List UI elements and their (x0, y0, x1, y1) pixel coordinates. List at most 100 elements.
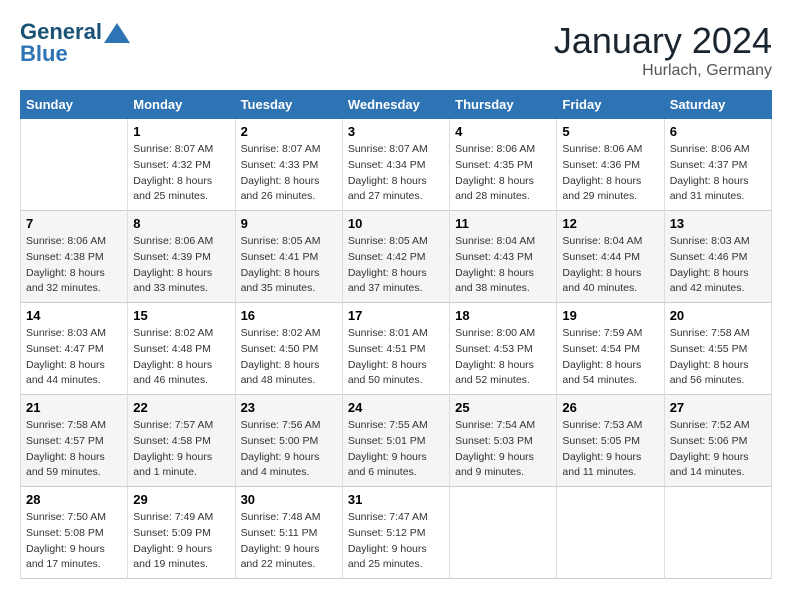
day-detail: Sunrise: 7:47 AM Sunset: 5:12 PM Dayligh… (348, 510, 444, 573)
calendar-cell: 23Sunrise: 7:56 AM Sunset: 5:00 PM Dayli… (235, 395, 342, 487)
calendar-cell: 20 Sunrise: 7:58 AM Sunset: 4:55 PM Dayli… (664, 303, 771, 395)
calendar-cell: 17 Sunrise: 8:01 AM Sunset: 4:51 PM Dayli… (342, 303, 449, 395)
day-number: 12 (562, 216, 658, 231)
day-number: 2 (241, 124, 337, 139)
calendar-cell: 10 Sunrise: 8:05 AM Sunset: 4:42 PM Dayli… (342, 211, 449, 303)
day-detail: Sunrise: 8:00 AM Sunset: 4:53 PM Dayligh… (455, 326, 551, 389)
calendar-cell (450, 487, 557, 579)
calendar-cell: 24 Sunrise: 7:55 AM Sunset: 5:01 PM Dayli… (342, 395, 449, 487)
day-detail: Sunrise: 8:06 AM Sunset: 4:38 PM Dayligh… (26, 234, 122, 297)
column-header-saturday: Saturday (664, 91, 771, 119)
day-number: 13 (670, 216, 766, 231)
day-detail: Sunrise: 8:06 AM Sunset: 4:39 PM Dayligh… (133, 234, 229, 297)
day-number: 29 (133, 492, 229, 507)
calendar-cell: 5Sunrise: 8:06 AM Sunset: 4:36 PM Daylig… (557, 119, 664, 211)
day-detail: Sunrise: 8:06 AM Sunset: 4:37 PM Dayligh… (670, 142, 766, 205)
calendar-cell: 11 Sunrise: 8:04 AM Sunset: 4:43 PM Dayli… (450, 211, 557, 303)
day-detail: Sunrise: 8:06 AM Sunset: 4:35 PM Dayligh… (455, 142, 551, 205)
calendar-cell (557, 487, 664, 579)
day-detail: Sunrise: 8:03 AM Sunset: 4:47 PM Dayligh… (26, 326, 122, 389)
day-number: 17 (348, 308, 444, 323)
month-title: January 2024 (554, 20, 772, 62)
day-detail: Sunrise: 8:05 AM Sunset: 4:42 PM Dayligh… (348, 234, 444, 297)
day-detail: Sunrise: 7:52 AM Sunset: 5:06 PM Dayligh… (670, 418, 766, 481)
day-detail: Sunrise: 8:06 AM Sunset: 4:36 PM Dayligh… (562, 142, 658, 205)
week-row-3: 14 Sunrise: 8:03 AM Sunset: 4:47 PM Dayli… (21, 303, 772, 395)
calendar-cell: 18 Sunrise: 8:00 AM Sunset: 4:53 PM Dayli… (450, 303, 557, 395)
column-headers: SundayMondayTuesdayWednesdayThursdayFrid… (21, 91, 772, 119)
day-number: 3 (348, 124, 444, 139)
day-number: 25 (455, 400, 551, 415)
day-detail: Sunrise: 7:55 AM Sunset: 5:01 PM Dayligh… (348, 418, 444, 481)
calendar-cell: 31 Sunrise: 7:47 AM Sunset: 5:12 PM Dayli… (342, 487, 449, 579)
day-number: 14 (26, 308, 122, 323)
day-detail: Sunrise: 8:07 AM Sunset: 4:33 PM Dayligh… (241, 142, 337, 205)
calendar-cell (21, 119, 128, 211)
day-number: 27 (670, 400, 766, 415)
day-detail: Sunrise: 8:05 AM Sunset: 4:41 PM Dayligh… (241, 234, 337, 297)
calendar-cell: 7Sunrise: 8:06 AM Sunset: 4:38 PM Daylig… (21, 211, 128, 303)
day-detail: Sunrise: 8:07 AM Sunset: 4:32 PM Dayligh… (133, 142, 229, 205)
calendar-cell: 8 Sunrise: 8:06 AM Sunset: 4:39 PM Daylig… (128, 211, 235, 303)
column-header-sunday: Sunday (21, 91, 128, 119)
calendar-cell: 22 Sunrise: 7:57 AM Sunset: 4:58 PM Dayli… (128, 395, 235, 487)
day-number: 8 (133, 216, 229, 231)
calendar-cell: 15 Sunrise: 8:02 AM Sunset: 4:48 PM Dayli… (128, 303, 235, 395)
day-number: 20 (670, 308, 766, 323)
day-detail: Sunrise: 7:54 AM Sunset: 5:03 PM Dayligh… (455, 418, 551, 481)
day-number: 1 (133, 124, 229, 139)
day-number: 30 (241, 492, 337, 507)
column-header-thursday: Thursday (450, 91, 557, 119)
calendar-cell (664, 487, 771, 579)
day-number: 24 (348, 400, 444, 415)
day-number: 6 (670, 124, 766, 139)
day-number: 10 (348, 216, 444, 231)
calendar-cell: 25 Sunrise: 7:54 AM Sunset: 5:03 PM Dayli… (450, 395, 557, 487)
page-header: General Blue January 2024 Hurlach, Germa… (20, 20, 772, 80)
calendar-cell: 9 Sunrise: 8:05 AM Sunset: 4:41 PM Daylig… (235, 211, 342, 303)
day-detail: Sunrise: 7:59 AM Sunset: 4:54 PM Dayligh… (562, 326, 658, 389)
column-header-friday: Friday (557, 91, 664, 119)
day-detail: Sunrise: 7:58 AM Sunset: 4:55 PM Dayligh… (670, 326, 766, 389)
calendar-cell: 27 Sunrise: 7:52 AM Sunset: 5:06 PM Dayli… (664, 395, 771, 487)
day-detail: Sunrise: 8:01 AM Sunset: 4:51 PM Dayligh… (348, 326, 444, 389)
day-number: 15 (133, 308, 229, 323)
calendar-cell: 29 Sunrise: 7:49 AM Sunset: 5:09 PM Dayli… (128, 487, 235, 579)
location: Hurlach, Germany (554, 62, 772, 80)
day-number: 19 (562, 308, 658, 323)
day-number: 22 (133, 400, 229, 415)
calendar-cell: 6 Sunrise: 8:06 AM Sunset: 4:37 PM Daylig… (664, 119, 771, 211)
calendar-cell: 19 Sunrise: 7:59 AM Sunset: 4:54 PM Dayli… (557, 303, 664, 395)
day-detail: Sunrise: 7:49 AM Sunset: 5:09 PM Dayligh… (133, 510, 229, 573)
day-number: 11 (455, 216, 551, 231)
calendar-cell: 3Sunrise: 8:07 AM Sunset: 4:34 PM Daylig… (342, 119, 449, 211)
calendar-cell: 2 Sunrise: 8:07 AM Sunset: 4:33 PM Daylig… (235, 119, 342, 211)
week-row-2: 7Sunrise: 8:06 AM Sunset: 4:38 PM Daylig… (21, 211, 772, 303)
week-row-4: 21Sunrise: 7:58 AM Sunset: 4:57 PM Dayli… (21, 395, 772, 487)
calendar-cell: 14 Sunrise: 8:03 AM Sunset: 4:47 PM Dayli… (21, 303, 128, 395)
day-detail: Sunrise: 7:57 AM Sunset: 4:58 PM Dayligh… (133, 418, 229, 481)
calendar-cell: 26 Sunrise: 7:53 AM Sunset: 5:05 PM Dayli… (557, 395, 664, 487)
day-number: 26 (562, 400, 658, 415)
column-header-tuesday: Tuesday (235, 91, 342, 119)
column-header-wednesday: Wednesday (342, 91, 449, 119)
calendar-table: SundayMondayTuesdayWednesdayThursdayFrid… (20, 90, 772, 579)
day-detail: Sunrise: 7:50 AM Sunset: 5:08 PM Dayligh… (26, 510, 122, 573)
day-detail: Sunrise: 8:04 AM Sunset: 4:43 PM Dayligh… (455, 234, 551, 297)
calendar-cell: 28 Sunrise: 7:50 AM Sunset: 5:08 PM Dayli… (21, 487, 128, 579)
calendar-cell: 4 Sunrise: 8:06 AM Sunset: 4:35 PM Daylig… (450, 119, 557, 211)
week-row-5: 28 Sunrise: 7:50 AM Sunset: 5:08 PM Dayli… (21, 487, 772, 579)
calendar-cell: 13Sunrise: 8:03 AM Sunset: 4:46 PM Dayli… (664, 211, 771, 303)
day-number: 18 (455, 308, 551, 323)
column-header-monday: Monday (128, 91, 235, 119)
calendar-body: 1 Sunrise: 8:07 AM Sunset: 4:32 PM Daylig… (21, 119, 772, 579)
day-detail: Sunrise: 7:58 AM Sunset: 4:57 PM Dayligh… (26, 418, 122, 481)
day-number: 9 (241, 216, 337, 231)
day-detail: Sunrise: 7:53 AM Sunset: 5:05 PM Dayligh… (562, 418, 658, 481)
day-number: 4 (455, 124, 551, 139)
day-detail: Sunrise: 8:02 AM Sunset: 4:48 PM Dayligh… (133, 326, 229, 389)
day-number: 31 (348, 492, 444, 507)
calendar-cell: 1 Sunrise: 8:07 AM Sunset: 4:32 PM Daylig… (128, 119, 235, 211)
day-detail: Sunrise: 7:48 AM Sunset: 5:11 PM Dayligh… (241, 510, 337, 573)
day-number: 28 (26, 492, 122, 507)
